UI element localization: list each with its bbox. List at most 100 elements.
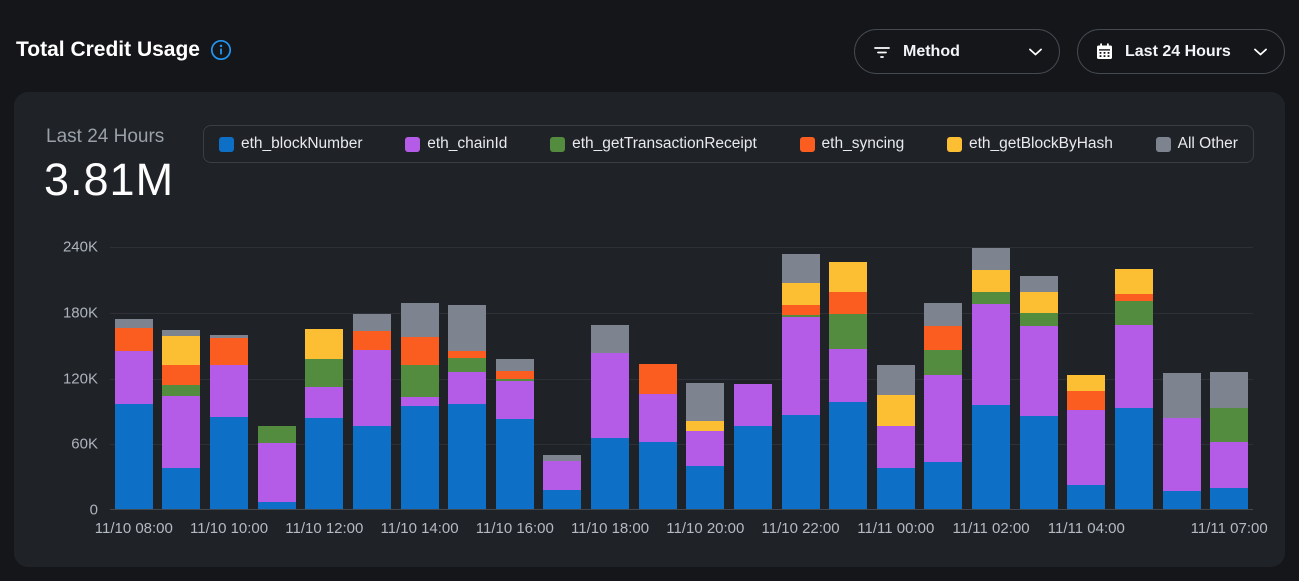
bar-column bbox=[253, 247, 301, 510]
bar-segment bbox=[496, 381, 534, 419]
bar-segment bbox=[1067, 410, 1105, 485]
bar-column bbox=[586, 247, 634, 510]
bar-column bbox=[1110, 247, 1158, 510]
stacked-bar bbox=[258, 247, 296, 510]
legend-swatch bbox=[405, 137, 420, 152]
dashboard-page: { "header": { "title": "Total Credit Usa… bbox=[0, 0, 1299, 581]
legend-label: eth_blockNumber bbox=[241, 135, 362, 153]
legend-label: eth_chainId bbox=[427, 135, 507, 153]
bar-column bbox=[205, 247, 253, 510]
bar-segment bbox=[162, 385, 200, 396]
y-axis-tick: 180K bbox=[63, 304, 98, 321]
bar-segment bbox=[782, 317, 820, 415]
bar-segment bbox=[591, 353, 629, 437]
bar-segment bbox=[1115, 408, 1153, 510]
stacked-bar bbox=[1067, 247, 1105, 510]
bar-segment bbox=[401, 406, 439, 510]
stacked-bar bbox=[591, 247, 629, 510]
bar-segment bbox=[1115, 325, 1153, 408]
bar-column bbox=[1015, 247, 1063, 510]
method-filter-label: Method bbox=[903, 43, 1018, 61]
stacked-bar bbox=[210, 247, 248, 510]
legend: eth_blockNumber eth_chainId eth_getTransac… bbox=[203, 125, 1254, 163]
bar-segment bbox=[1067, 485, 1105, 510]
bar-segment bbox=[877, 468, 915, 510]
bar-segment bbox=[543, 490, 581, 510]
stacked-bar bbox=[162, 247, 200, 510]
chevron-down-icon bbox=[1254, 48, 1267, 56]
bar-segment bbox=[1163, 373, 1201, 418]
x-axis-tick: 11/10 18:00 bbox=[571, 520, 649, 537]
bar-segment bbox=[448, 358, 486, 372]
bar-segment bbox=[782, 305, 820, 315]
x-axis-tick: 11/11 04:00 bbox=[1048, 520, 1125, 537]
legend-swatch bbox=[1156, 137, 1171, 152]
calendar-icon bbox=[1095, 42, 1114, 61]
bar-segment bbox=[1210, 488, 1248, 510]
bar-segment bbox=[162, 365, 200, 385]
bar-column bbox=[348, 247, 396, 510]
bar-segment bbox=[162, 468, 200, 510]
bar-segment bbox=[1115, 269, 1153, 294]
bar-segment bbox=[877, 426, 915, 469]
bar-column bbox=[872, 247, 920, 510]
x-axis-tick: 11/10 08:00 bbox=[95, 520, 173, 537]
bar-segment bbox=[972, 248, 1010, 270]
bar-segment bbox=[924, 326, 962, 350]
bar-column bbox=[634, 247, 682, 510]
time-range-dropdown[interactable]: Last 24 Hours bbox=[1077, 29, 1285, 74]
bar-segment bbox=[305, 418, 343, 510]
info-icon[interactable] bbox=[210, 39, 232, 61]
bar-segment bbox=[782, 415, 820, 510]
bar-column bbox=[729, 247, 777, 510]
bar-segment bbox=[639, 394, 677, 442]
stacked-bar bbox=[877, 247, 915, 510]
bar-segment bbox=[686, 466, 724, 510]
legend-item: eth_getBlockByHash bbox=[947, 135, 1113, 153]
bar-segment bbox=[162, 336, 200, 366]
bar-segment bbox=[401, 303, 439, 337]
bar-segment bbox=[1210, 372, 1248, 408]
bar-segment bbox=[496, 359, 534, 371]
method-filter-dropdown[interactable]: Method bbox=[854, 29, 1060, 74]
bar-segment bbox=[639, 442, 677, 510]
y-axis-labels: 060K120K180K240K bbox=[14, 247, 98, 510]
bar-segment bbox=[972, 405, 1010, 510]
legend-label: eth_getBlockByHash bbox=[969, 135, 1113, 153]
stacked-bar bbox=[639, 247, 677, 510]
credit-usage-card: Last 24 Hours 3.81M eth_blockNumbereth_c… bbox=[14, 92, 1285, 567]
bar-segment bbox=[1210, 408, 1248, 442]
bar-column bbox=[967, 247, 1015, 510]
bar-segment bbox=[924, 462, 962, 510]
bar-segment bbox=[924, 375, 962, 462]
bar-segment bbox=[353, 426, 391, 510]
legend-item: eth_getTransactionReceipt bbox=[550, 135, 757, 153]
bar-segment bbox=[1020, 313, 1058, 326]
bar-segment bbox=[877, 365, 915, 395]
bar-segment bbox=[496, 419, 534, 510]
bar-segment bbox=[1163, 491, 1201, 510]
legend-swatch bbox=[947, 137, 962, 152]
bar-segment bbox=[1020, 416, 1058, 510]
bar-column bbox=[539, 247, 587, 510]
stacked-bar bbox=[1020, 247, 1058, 510]
bar-column bbox=[824, 247, 872, 510]
bar-segment bbox=[353, 350, 391, 426]
bar-column bbox=[777, 247, 825, 510]
x-axis-labels: 11/10 08:0011/10 10:0011/10 12:0011/10 1… bbox=[110, 520, 1253, 540]
bar-segment bbox=[639, 364, 677, 394]
legend-item: eth_syncing bbox=[800, 135, 905, 153]
bars-container bbox=[110, 247, 1253, 510]
stacked-bar bbox=[496, 247, 534, 510]
bar-segment bbox=[591, 325, 629, 353]
legend-swatch bbox=[800, 137, 815, 152]
bar-segment bbox=[734, 426, 772, 510]
legend-item: eth_blockNumber bbox=[219, 135, 362, 153]
bar-segment bbox=[1020, 292, 1058, 313]
stacked-bar bbox=[448, 247, 486, 510]
stacked-bar bbox=[734, 247, 772, 510]
bar-segment bbox=[829, 292, 867, 314]
bar-segment bbox=[829, 402, 867, 510]
chevron-down-icon bbox=[1029, 48, 1042, 56]
bar-segment bbox=[115, 319, 153, 328]
